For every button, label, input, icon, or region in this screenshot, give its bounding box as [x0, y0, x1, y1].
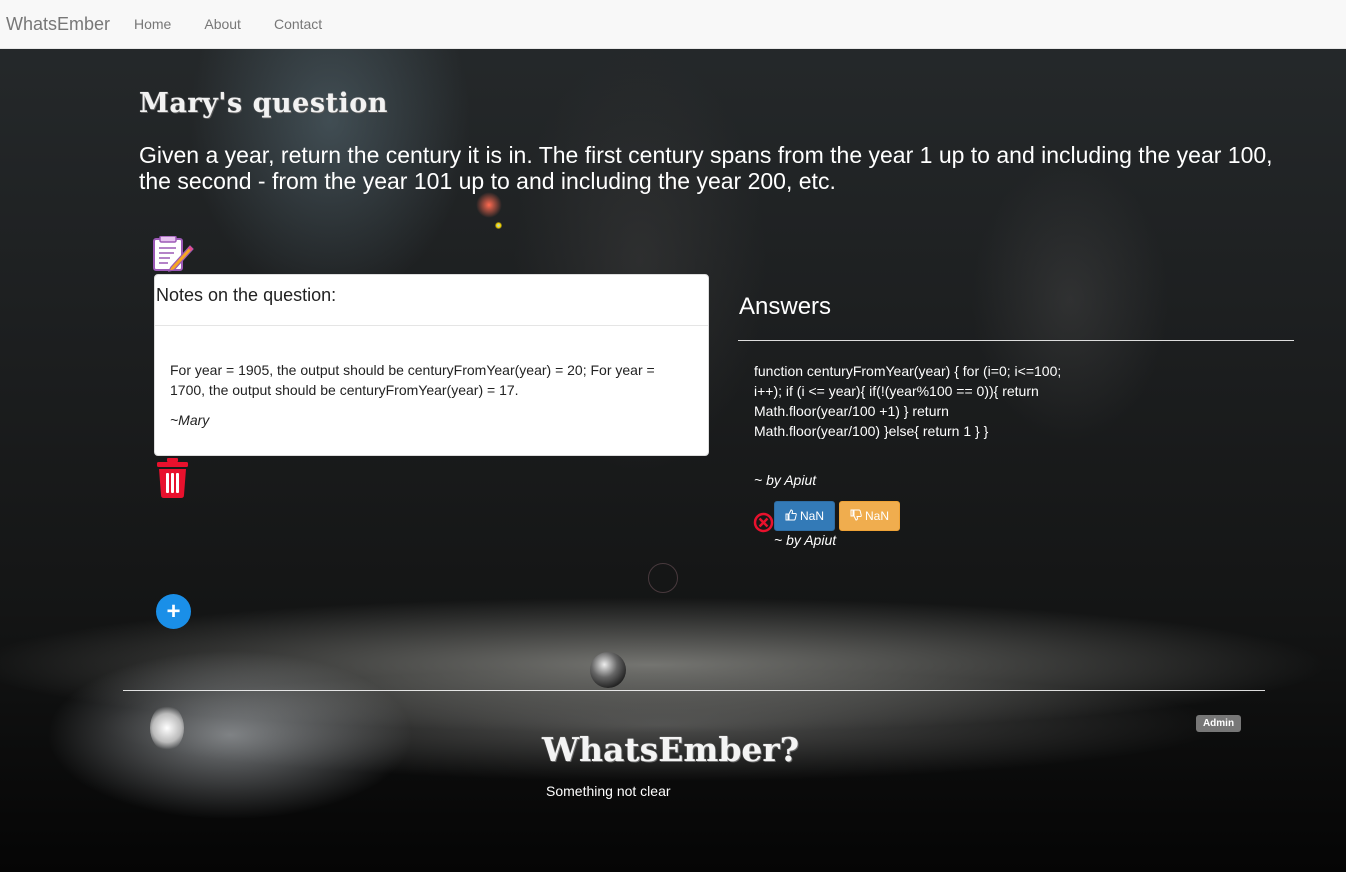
nav-link-home[interactable]: Home [134, 16, 171, 32]
background-sparkle [590, 652, 626, 688]
downvote-button[interactable]: NaN [839, 501, 900, 531]
notes-body: For year = 1905, the output should be ce… [155, 326, 708, 430]
answers-divider [738, 340, 1294, 341]
background-sparkle [150, 705, 184, 751]
navbar: WhatsEmber Home About Contact [0, 0, 1346, 49]
thumbs-up-icon [785, 508, 797, 524]
plus-icon: + [166, 597, 181, 625]
notes-edit-icon[interactable] [152, 235, 194, 272]
thumbs-down-icon [850, 509, 862, 524]
background-sparkle [476, 192, 502, 218]
answer-author: ~ by Apiut [754, 472, 817, 488]
add-note-button[interactable]: + [156, 594, 191, 629]
notes-signature: ~Mary [170, 412, 210, 428]
question-title: Mary's question [139, 88, 388, 119]
answer-text: function centuryFromYear(year) { for (i=… [754, 363, 1062, 439]
footer-title: WhatsEmber? [542, 730, 800, 769]
trash-icon[interactable] [156, 458, 189, 498]
question-body: Given a year, return the century it is i… [139, 142, 1273, 194]
nav-link-about[interactable]: About [204, 16, 241, 32]
notes-heading: Notes on the question: [155, 275, 708, 326]
admin-badge[interactable]: Admin [1196, 715, 1241, 732]
upvote-count: NaN [799, 509, 824, 523]
background-sparkle [648, 563, 678, 593]
upvote-button[interactable]: NaN [774, 501, 835, 531]
delete-circle-icon[interactable] [753, 512, 774, 533]
nav-link-contact[interactable]: Contact [274, 16, 322, 32]
navbar-brand[interactable]: WhatsEmber [0, 14, 134, 35]
footer-divider [123, 690, 1265, 691]
downvote-count: NaN [864, 509, 889, 523]
answer-author-repeat: ~ by Apiut [774, 532, 837, 548]
footer-subtitle: Something not clear [546, 783, 671, 799]
background-sparkle [495, 222, 502, 229]
notes-panel: Notes on the question: For year = 1905, … [154, 274, 709, 456]
notes-text: For year = 1905, the output should be ce… [170, 362, 655, 398]
answers-heading: Answers [739, 293, 832, 320]
